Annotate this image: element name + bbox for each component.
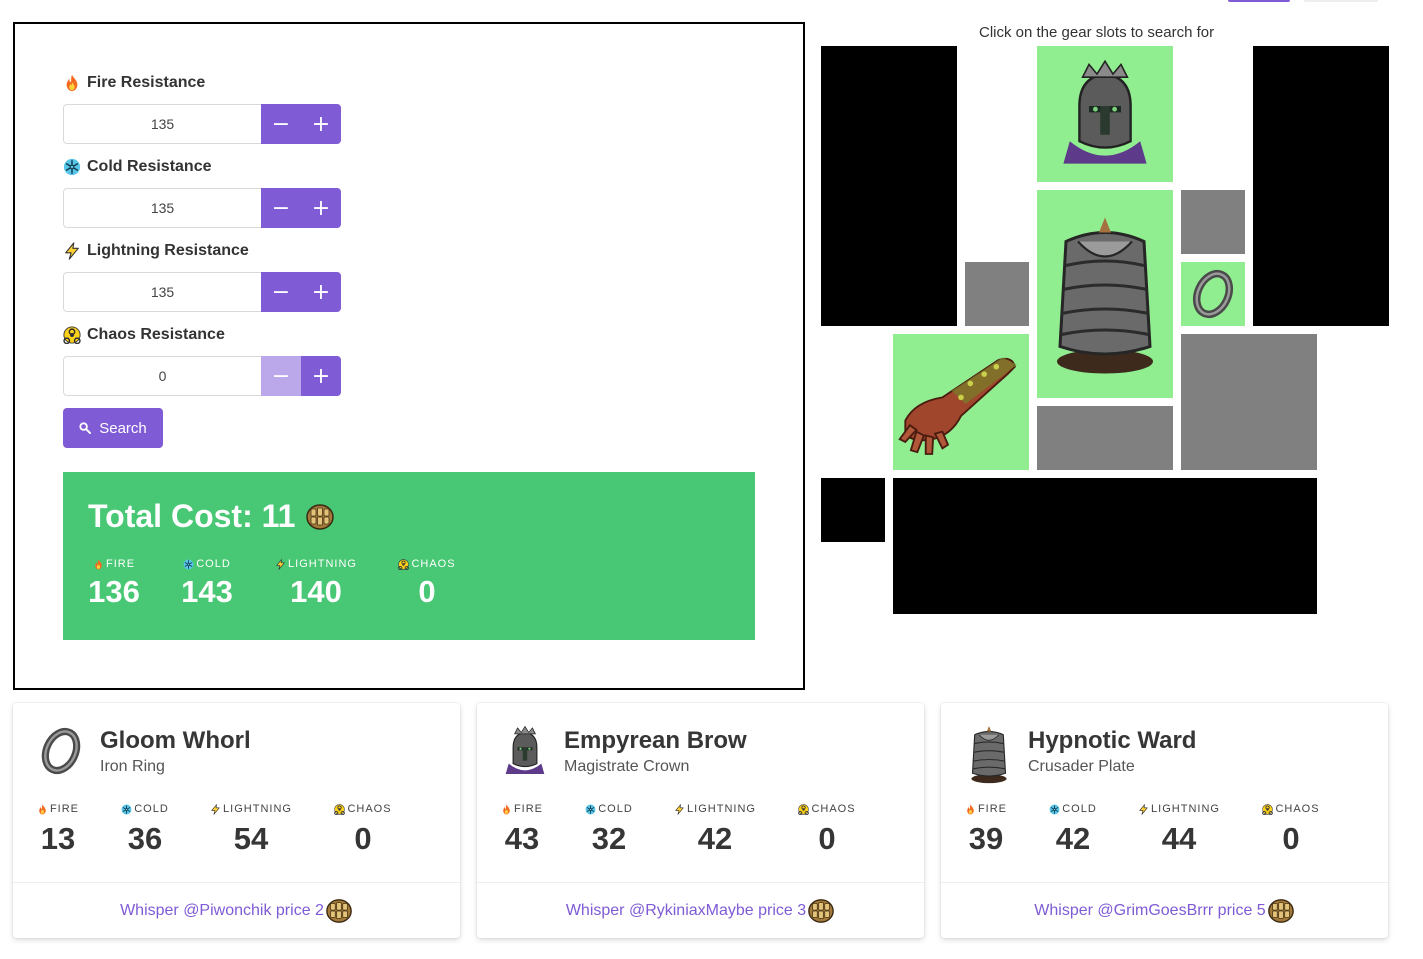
snowflake-icon — [183, 559, 194, 570]
left-ring-slot[interactable] — [965, 262, 1029, 326]
snowflake-icon — [1049, 804, 1060, 815]
weapon-slot[interactable] — [821, 46, 957, 326]
fire-decrement-button[interactable]: − — [261, 104, 301, 144]
fire-icon — [37, 804, 48, 815]
search-button[interactable]: Search — [63, 408, 163, 448]
cold-resistance-stepper[interactable]: − + — [63, 188, 341, 228]
right-ring-slot[interactable] — [1181, 262, 1245, 326]
body-armour-slot[interactable] — [1037, 190, 1173, 398]
lightning-resistance-label: Lightning Resistance — [63, 242, 249, 260]
currency-orb-icon — [1267, 897, 1295, 925]
item-name: Gloom Whorl — [100, 727, 251, 754]
chaos-increment-button[interactable]: + — [301, 356, 341, 396]
belt-slot[interactable] — [1037, 406, 1173, 470]
item-cold-stat: COLD 36 — [117, 803, 173, 857]
ring-icon — [37, 725, 85, 777]
chaos-resistance-input[interactable] — [63, 356, 261, 396]
gear-caption: Click on the gear slots to search for — [979, 24, 1215, 41]
fire-increment-button[interactable]: + — [301, 104, 341, 144]
item-chaos-stat: CHAOS 0 — [1259, 803, 1323, 857]
item-name: Hypnotic Ward — [1028, 727, 1197, 754]
item-cold-stat: COLD 42 — [1045, 803, 1101, 857]
lightning-resistance-input[interactable] — [63, 272, 261, 312]
chaos-resistance-label: Chaos Resistance — [63, 326, 225, 344]
lightning-icon — [63, 242, 81, 260]
flask-slot[interactable] — [821, 478, 885, 542]
fire-resistance-label: Fire Resistance — [63, 74, 205, 92]
total-lightning-stat: LIGHTNING 140 — [272, 558, 360, 610]
lightning-icon — [1138, 804, 1149, 815]
item-name: Empyrean Brow — [564, 727, 747, 754]
flasks-slot[interactable] — [893, 478, 1317, 614]
cold-increment-button[interactable]: + — [301, 188, 341, 228]
item-fire-stat: FIRE 43 — [501, 803, 543, 857]
item-card: Gloom Whorl Iron Ring FIRE 13 COLD 36 LI… — [13, 703, 460, 938]
fire-resistance-input[interactable] — [63, 104, 261, 144]
total-cold-stat: COLD 143 — [181, 558, 233, 609]
biohazard-icon — [1262, 804, 1273, 815]
fire-icon — [501, 804, 512, 815]
item-lightning-stat: LIGHTNING 54 — [207, 803, 295, 857]
top-tab[interactable] — [1304, 0, 1378, 2]
currency-orb-icon — [807, 897, 835, 925]
snowflake-icon — [585, 804, 596, 815]
item-card: Hypnotic Ward Crusader Plate FIRE 39 COL… — [941, 703, 1388, 938]
body-armour-icon — [967, 721, 1011, 787]
item-chaos-stat: CHAOS 0 — [331, 803, 395, 857]
whisper-link[interactable]: Whisper @GrimGoesBrrr price 5 — [941, 883, 1388, 938]
item-fire-stat: FIRE 13 — [37, 803, 79, 857]
chaos-decrement-button[interactable]: − — [261, 356, 301, 396]
cold-decrement-button[interactable]: − — [261, 188, 301, 228]
snowflake-icon — [121, 804, 132, 815]
helmet-icon — [1057, 58, 1153, 170]
whisper-link[interactable]: Whisper @Piwonchik price 2 — [13, 883, 460, 938]
item-chaos-stat: CHAOS 0 — [795, 803, 859, 857]
lightning-decrement-button[interactable]: − — [261, 272, 301, 312]
total-chaos-stat: CHAOS 0 — [396, 558, 458, 610]
helmet-icon — [501, 725, 549, 777]
item-base-type: Iron Ring — [100, 758, 165, 775]
item-fire-stat: FIRE 39 — [965, 803, 1007, 857]
lightning-icon — [275, 559, 286, 570]
item-base-type: Magistrate Crown — [564, 758, 690, 775]
biohazard-icon — [334, 804, 345, 815]
lightning-icon — [674, 804, 685, 815]
total-cost-title: Total Cost: 11 — [88, 498, 335, 535]
biohazard-icon — [798, 804, 809, 815]
amulet-slot[interactable] — [1181, 190, 1245, 254]
item-lightning-stat: LIGHTNING 44 — [1135, 803, 1223, 857]
ring-icon — [1188, 269, 1238, 319]
item-lightning-stat: LIGHTNING 42 — [671, 803, 759, 857]
whisper-link[interactable]: Whisper @RykiniaxMaybe price 3 — [477, 883, 924, 938]
biohazard-icon — [398, 559, 409, 570]
fire-icon — [93, 559, 104, 570]
cold-resistance-label: Cold Resistance — [63, 158, 211, 176]
currency-orb-icon — [325, 897, 353, 925]
total-fire-stat: FIRE 136 — [88, 558, 140, 609]
snowflake-icon — [63, 158, 81, 176]
gloves-slot[interactable] — [893, 334, 1029, 470]
cold-resistance-input[interactable] — [63, 188, 261, 228]
item-cold-stat: COLD 32 — [581, 803, 637, 857]
biohazard-icon — [63, 326, 81, 344]
fire-icon — [965, 804, 976, 815]
resistance-form-panel: Fire Resistance − + Cold Resistance − + … — [13, 22, 805, 690]
item-base-type: Crusader Plate — [1028, 758, 1135, 775]
lightning-resistance-stepper[interactable]: − + — [63, 272, 341, 312]
lightning-icon — [210, 804, 221, 815]
fire-icon — [63, 74, 81, 92]
boots-slot[interactable] — [1181, 334, 1317, 470]
currency-orb-icon — [305, 502, 335, 532]
offhand-slot[interactable] — [1253, 46, 1389, 326]
search-icon — [79, 422, 92, 434]
total-cost-box: Total Cost: 11 FIRE 136 COLD 143 LIGHTNI… — [63, 472, 755, 640]
top-tab-active[interactable] — [1228, 0, 1290, 2]
helmet-slot[interactable] — [1037, 46, 1173, 182]
chaos-resistance-stepper[interactable]: − + — [63, 356, 341, 396]
item-card: Empyrean Brow Magistrate Crown FIRE 43 C… — [477, 703, 924, 938]
gloves-icon — [896, 346, 1026, 458]
body-armour-icon — [1045, 210, 1165, 378]
fire-resistance-stepper[interactable]: − + — [63, 104, 341, 144]
lightning-increment-button[interactable]: + — [301, 272, 341, 312]
